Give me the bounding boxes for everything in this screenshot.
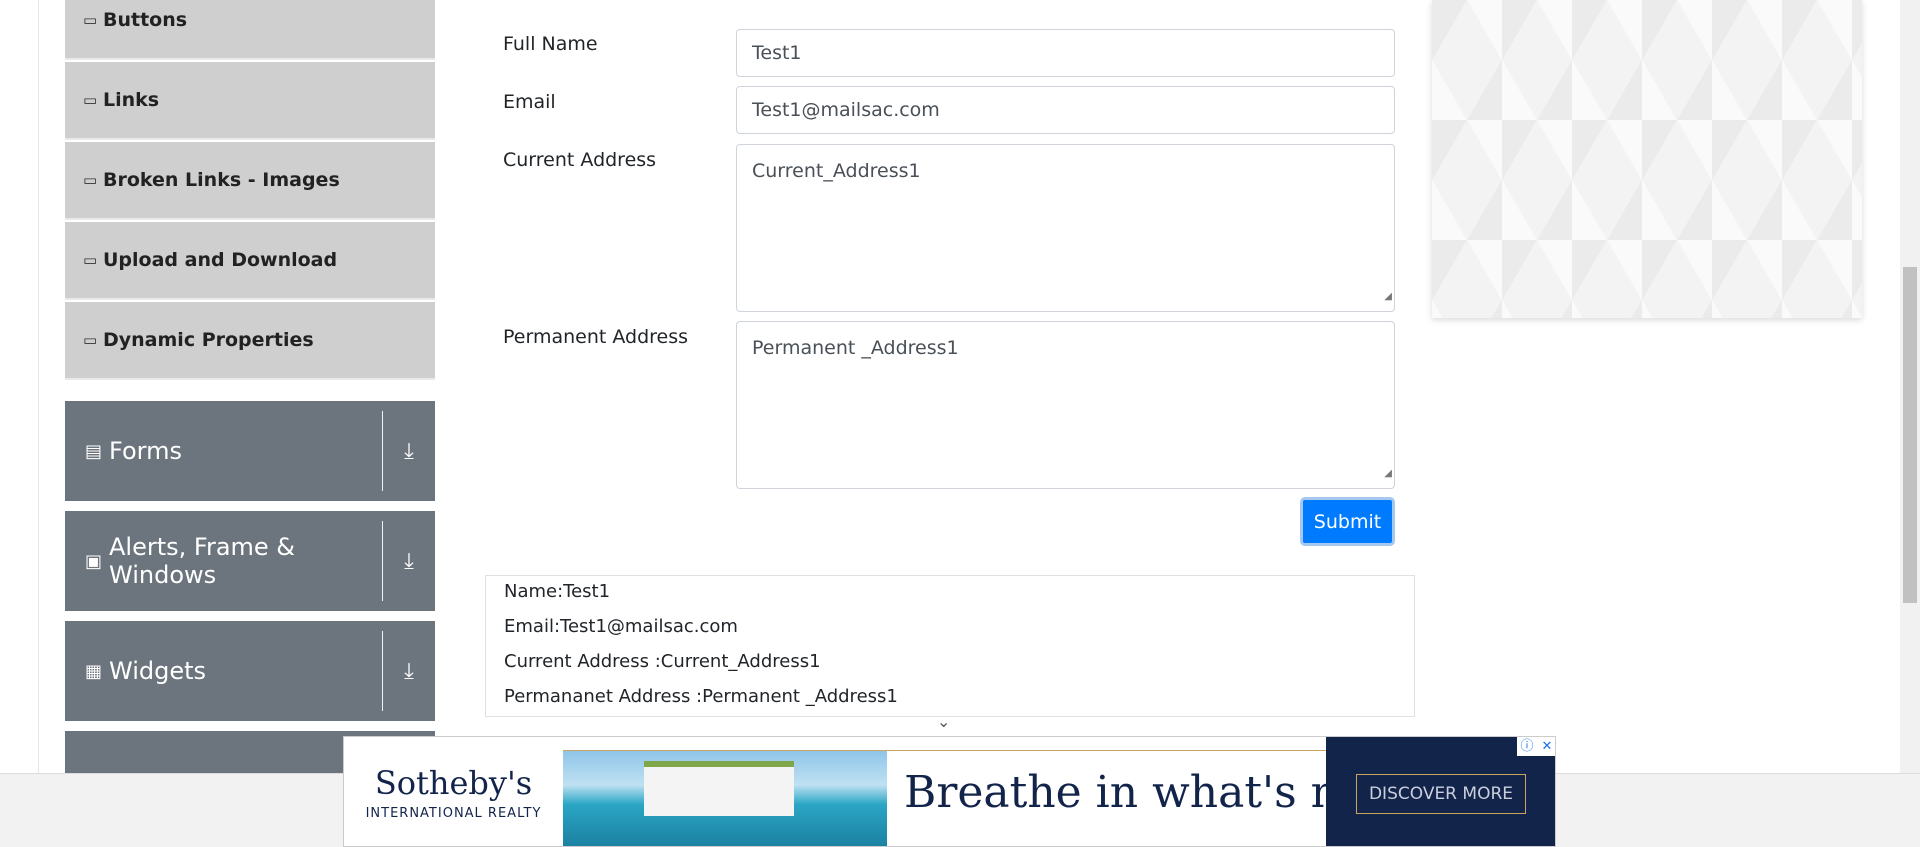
email-label: Email	[503, 91, 556, 113]
download-arrow-icon[interactable]: ⤓	[383, 439, 435, 464]
sidebar-group-widgets[interactable]: ▦ Widgets ⤓	[65, 621, 435, 721]
sidebar-group-alerts[interactable]: ▣ Alerts, Frame & Windows ⤓	[65, 511, 435, 611]
ad-border	[563, 750, 1339, 751]
group-label: Widgets	[109, 657, 207, 685]
resize-handle-icon[interactable]: ◢	[1384, 462, 1392, 486]
side-ad-placeholder	[1432, 0, 1862, 318]
output-name: Name:Test1	[504, 581, 611, 602]
sidebar-item-label: Broken Links - Images	[103, 169, 340, 191]
html5-icon: ▭	[83, 251, 98, 269]
output-permanent-address: Permananet Address :Permanent _Address1	[504, 686, 898, 707]
sidebar-item-upload-download[interactable]: ▭ Upload and Download	[65, 222, 435, 300]
email-input[interactable]: Test1@mailsac.com	[736, 86, 1395, 134]
permanent-address-label: Permanent Address	[503, 326, 689, 348]
full-name-input[interactable]: Test1	[736, 29, 1395, 77]
sidebar-item-label: Upload and Download	[103, 249, 338, 271]
grid-icon: ▦	[85, 660, 103, 682]
sidebar-item-buttons[interactable]: ▭ Buttons	[65, 0, 435, 60]
group-label: Alerts, Frame & Windows	[109, 533, 296, 589]
sidebar-item-label: Dynamic Properties	[103, 329, 314, 351]
ad-controls: ⓘ ✕	[1517, 737, 1555, 756]
group-label: Forms	[109, 437, 182, 465]
current-address-textarea[interactable]: Current_Address1 ◢	[736, 144, 1395, 312]
html5-icon: ▭	[83, 11, 98, 29]
submit-button[interactable]: Submit	[1300, 497, 1395, 546]
full-name-label: Full Name	[503, 33, 598, 55]
permanent-address-text: Permanent _Address1	[752, 337, 959, 359]
sidebar-divider	[38, 0, 39, 775]
sidebar-item-dynamic-properties[interactable]: ▭ Dynamic Properties	[65, 302, 435, 380]
document-icon: ▤	[85, 440, 103, 462]
output-box: Name:Test1 Email:Test1@mailsac.com Curre…	[485, 575, 1415, 717]
html5-icon: ▭	[83, 91, 98, 109]
sidebar-item-label: Buttons	[103, 9, 188, 31]
current-address-label: Current Address	[503, 149, 657, 171]
download-arrow-icon[interactable]: ⤓	[383, 549, 435, 574]
resize-handle-icon[interactable]: ◢	[1384, 285, 1392, 309]
ad-house-image	[644, 761, 794, 816]
sidebar-item-label: Links	[103, 89, 160, 111]
discover-more-button[interactable]: DISCOVER MORE	[1356, 774, 1526, 814]
sidebar-item-links[interactable]: ▭ Links	[65, 62, 435, 140]
window-icon: ▣	[85, 550, 103, 572]
scrollbar-thumb[interactable]	[1903, 267, 1917, 603]
html5-icon: ▭	[83, 171, 98, 189]
download-arrow-icon[interactable]: ⤓	[383, 659, 435, 684]
permanent-address-textarea[interactable]: Permanent _Address1 ◢	[736, 321, 1395, 489]
output-current-address: Current Address :Current_Address1	[504, 651, 821, 672]
sidebar-item-broken-links[interactable]: ▭ Broken Links - Images	[65, 142, 435, 220]
current-address-text: Current_Address1	[752, 160, 921, 182]
output-email: Email:Test1@mailsac.com	[504, 616, 738, 637]
ad-brand-sub: INTERNATIONAL REALTY	[365, 806, 542, 821]
ad-brand-name: Sotheby's	[374, 764, 533, 802]
chevron-down-icon[interactable]: ⌄	[937, 712, 950, 731]
html5-icon: ▭	[83, 331, 98, 349]
ad-close-icon[interactable]: ✕	[1537, 737, 1555, 756]
banner-ad[interactable]: Sotheby's INTERNATIONAL REALTY Breathe i…	[343, 736, 1556, 847]
ad-info-icon[interactable]: ⓘ	[1517, 737, 1537, 756]
sidebar-group-forms[interactable]: ▤ Forms ⤓	[65, 401, 435, 501]
ad-brand: Sotheby's INTERNATIONAL REALTY	[344, 737, 563, 846]
